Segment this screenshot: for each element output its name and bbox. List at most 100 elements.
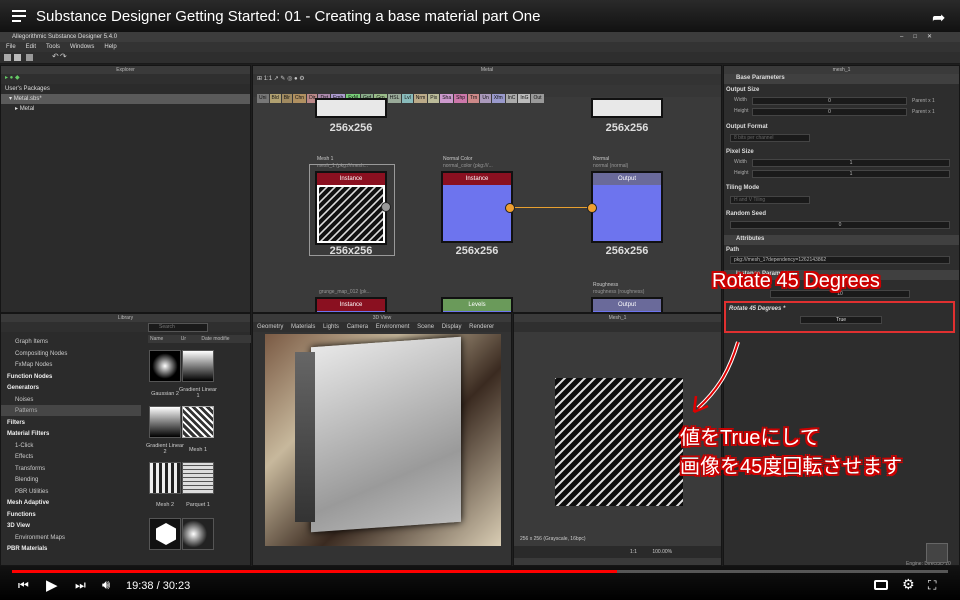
settings-icon[interactable]: ⚙	[902, 576, 915, 593]
mesh1-output-socket[interactable]	[381, 202, 391, 212]
path-field[interactable]: pkg:///mesh_1?dependency=1262143862	[730, 256, 950, 264]
library-tree-item[interactable]: Functions	[1, 510, 143, 522]
2d-ratio[interactable]: 1:1	[630, 549, 637, 555]
menu-icon[interactable]	[12, 10, 26, 22]
library-search-input[interactable]: Search	[148, 323, 208, 332]
library-tree-item[interactable]: Environment Maps	[1, 533, 143, 545]
pixel-width-field[interactable]: 1	[752, 159, 950, 167]
menu-windows[interactable]: Windows	[70, 44, 94, 50]
menu-file[interactable]: File	[6, 44, 16, 50]
palette-chip[interactable]: Xfm	[491, 94, 505, 103]
explorer-add-icon[interactable]: ▸ ● ◆	[5, 75, 20, 81]
normal-color-node[interactable]: Instance	[441, 171, 513, 243]
packages-root[interactable]: User's Packages	[1, 84, 250, 94]
captions-icon[interactable]	[874, 580, 888, 590]
library-thumb-gaussian[interactable]	[149, 350, 181, 382]
2d-zoom[interactable]: 100.00%	[652, 549, 672, 555]
palette-chip[interactable]: Shp	[454, 94, 468, 103]
library-tree-item[interactable]: Material Filters	[1, 429, 143, 441]
col-url[interactable]: Ur	[181, 336, 186, 342]
output-format-select[interactable]: 8 bits per channel	[730, 134, 810, 142]
graph-item[interactable]: ▸ Metal	[1, 104, 250, 114]
palette-chip[interactable]: Trn	[468, 94, 480, 103]
levels-node[interactable]: Levels	[441, 297, 513, 312]
window-controls[interactable]: –□✕	[900, 32, 942, 42]
palette-chip[interactable]: Out	[531, 94, 544, 103]
palette-chip[interactable]: Chn	[292, 94, 307, 103]
palette-chip[interactable]: Lvl	[402, 94, 413, 103]
library-tree-item[interactable]: Generators	[1, 383, 143, 395]
library-tree-item[interactable]: Compositing Nodes	[1, 349, 143, 361]
previous-icon[interactable]: ⏮	[18, 578, 29, 593]
palette-chip[interactable]: Sha	[440, 94, 454, 103]
2d-view-texture[interactable]	[555, 378, 683, 506]
palette-chip[interactable]: Nrm	[413, 94, 428, 103]
library-tree-item[interactable]: 3D View	[1, 521, 143, 533]
undo-icon[interactable]: ↶	[52, 52, 59, 61]
3d-menu-display[interactable]: Display	[442, 324, 462, 330]
3d-menu-camera[interactable]: Camera	[347, 324, 368, 330]
palette-chip[interactable]: InC	[505, 94, 518, 103]
library-tree-item[interactable]: 1-Click	[1, 441, 143, 453]
library-thumb-mesh2[interactable]	[149, 462, 181, 494]
pixel-height-field[interactable]: 1	[752, 170, 950, 178]
normal-color-output-socket[interactable]	[505, 203, 515, 213]
library-thumb-gradient1[interactable]	[182, 350, 214, 382]
library-tree-item[interactable]: Mesh Adaptive	[1, 498, 143, 510]
fullscreen-icon[interactable]: ⛶	[928, 578, 936, 593]
random-seed-field[interactable]: 0	[730, 221, 950, 229]
palette-chip[interactable]: InG	[518, 94, 531, 103]
pip-icon[interactable]	[926, 543, 948, 563]
normal-input-socket[interactable]	[587, 203, 597, 213]
redo-icon[interactable]: ↷	[60, 52, 67, 61]
open-file-icon[interactable]	[14, 54, 21, 61]
library-tree-item[interactable]: Filters	[1, 418, 143, 430]
library-thumb-mesh1[interactable]	[182, 406, 214, 438]
grunge-node[interactable]: Instance	[315, 297, 387, 312]
library-tree-item[interactable]: Function Nodes	[1, 372, 143, 384]
library-thumb-shape[interactable]	[182, 518, 214, 550]
tiling-mode-select[interactable]: H and V Tiling	[730, 196, 810, 204]
3d-menu-geometry[interactable]: Geometry	[257, 324, 283, 330]
next-icon[interactable]: ⏭	[75, 578, 86, 593]
library-tree-item[interactable]: Blending	[1, 475, 143, 487]
3d-menu-renderer[interactable]: Renderer	[469, 324, 494, 330]
save-icon[interactable]	[26, 54, 33, 61]
menu-edit[interactable]: Edit	[26, 44, 36, 50]
library-tree-item[interactable]: FxMap Nodes	[1, 360, 143, 372]
menu-help[interactable]: Help	[104, 44, 116, 50]
palette-chip[interactable]: Bld	[269, 94, 281, 103]
3d-menu-scene[interactable]: Scene	[417, 324, 434, 330]
library-tree-item[interactable]: PBR Materials	[1, 544, 143, 556]
library-tree-item[interactable]: Graph Items	[1, 337, 143, 349]
graph-node-top-left[interactable]	[315, 98, 387, 118]
graph-zoom[interactable]: 1:1	[264, 76, 272, 82]
palette-chip[interactable]: Blr	[281, 94, 292, 103]
mesh1-node[interactable]: Instance	[315, 171, 387, 245]
col-name[interactable]: Name	[150, 336, 163, 342]
play-icon[interactable]: ▶	[46, 576, 58, 594]
library-thumb-parquet1[interactable]	[182, 462, 214, 494]
share-icon[interactable]: ➦	[932, 8, 945, 28]
graph-node-top-right[interactable]	[591, 98, 663, 118]
package-item[interactable]: ▾ Metal.sbs*	[1, 94, 250, 104]
palette-chip[interactable]: Uni	[257, 94, 269, 103]
3d-viewport[interactable]	[265, 334, 501, 546]
col-date[interactable]: Date modifie	[201, 336, 229, 342]
library-thumb-hexagon[interactable]	[149, 518, 181, 550]
video-title[interactable]: Substance Designer Getting Started: 01 -…	[36, 8, 540, 25]
palette-chip[interactable]: Un	[480, 94, 491, 103]
roughness-output-node[interactable]: Output	[591, 297, 663, 312]
new-file-icon[interactable]	[4, 54, 11, 61]
3d-menu-environment[interactable]: Environment	[376, 324, 410, 330]
library-tree-item[interactable]: PBR Utilities	[1, 487, 143, 499]
3d-menu-materials[interactable]: Materials	[291, 324, 315, 330]
normal-output-node[interactable]: Output	[591, 171, 663, 243]
3d-menu-lights[interactable]: Lights	[323, 324, 339, 330]
progress-bar[interactable]	[12, 570, 948, 573]
library-tree-item[interactable]: Effects	[1, 452, 143, 464]
width-field[interactable]: 0	[752, 97, 907, 105]
palette-chip[interactable]: HSL	[387, 94, 402, 103]
height-field[interactable]: 0	[752, 108, 907, 116]
volume-icon[interactable]: 🔊︎	[102, 577, 110, 593]
